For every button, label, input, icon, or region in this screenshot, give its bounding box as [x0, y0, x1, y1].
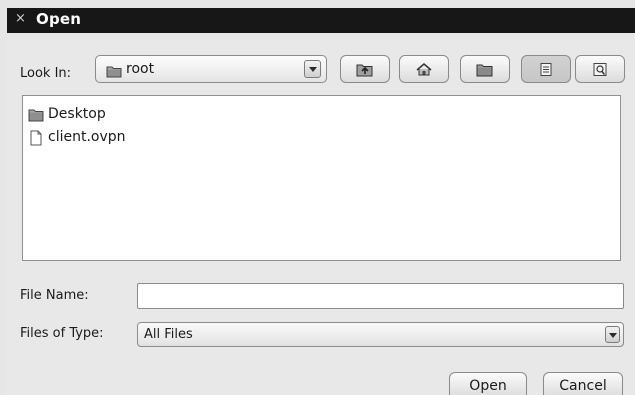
- folder-up-icon: [356, 64, 373, 77]
- folder-icon: [28, 107, 44, 126]
- file-name-field[interactable]: [137, 283, 624, 309]
- home-button[interactable]: [399, 55, 449, 83]
- details-view-icon: [593, 63, 607, 76]
- list-view-button[interactable]: [521, 55, 571, 83]
- look-in-label: Look In:: [20, 66, 72, 81]
- look-in-combo[interactable]: root: [95, 55, 327, 83]
- file-icon: [28, 130, 44, 150]
- file-name: client.ovpn: [48, 129, 126, 145]
- folder-icon: [106, 63, 122, 82]
- home-icon: [416, 63, 432, 76]
- files-of-type-label: Files of Type:: [20, 326, 104, 341]
- files-of-type-combo[interactable]: All Files: [137, 322, 624, 347]
- dialog-title: Open: [36, 10, 82, 28]
- files-of-type-value: All Files: [144, 327, 193, 342]
- new-folder-icon: [476, 64, 493, 77]
- cancel-button[interactable]: Cancel: [543, 372, 623, 395]
- open-button[interactable]: Open: [449, 372, 527, 395]
- list-view-icon: [540, 63, 552, 76]
- chevron-down-icon[interactable]: [605, 326, 620, 343]
- title-bar[interactable]: × Open: [7, 8, 635, 33]
- file-list[interactable]: Desktop client.ovpn: [22, 95, 621, 261]
- open-dialog: × Open Look In: root Desktop client.ovpn…: [7, 8, 635, 395]
- look-in-value: root: [126, 61, 155, 77]
- chevron-down-icon[interactable]: [304, 60, 321, 78]
- file-name: Desktop: [48, 106, 106, 122]
- details-view-button[interactable]: [575, 55, 625, 83]
- file-name-label: File Name:: [20, 288, 89, 303]
- new-folder-button[interactable]: [460, 55, 510, 83]
- up-one-level-button[interactable]: [340, 55, 390, 83]
- close-icon[interactable]: ×: [15, 11, 26, 26]
